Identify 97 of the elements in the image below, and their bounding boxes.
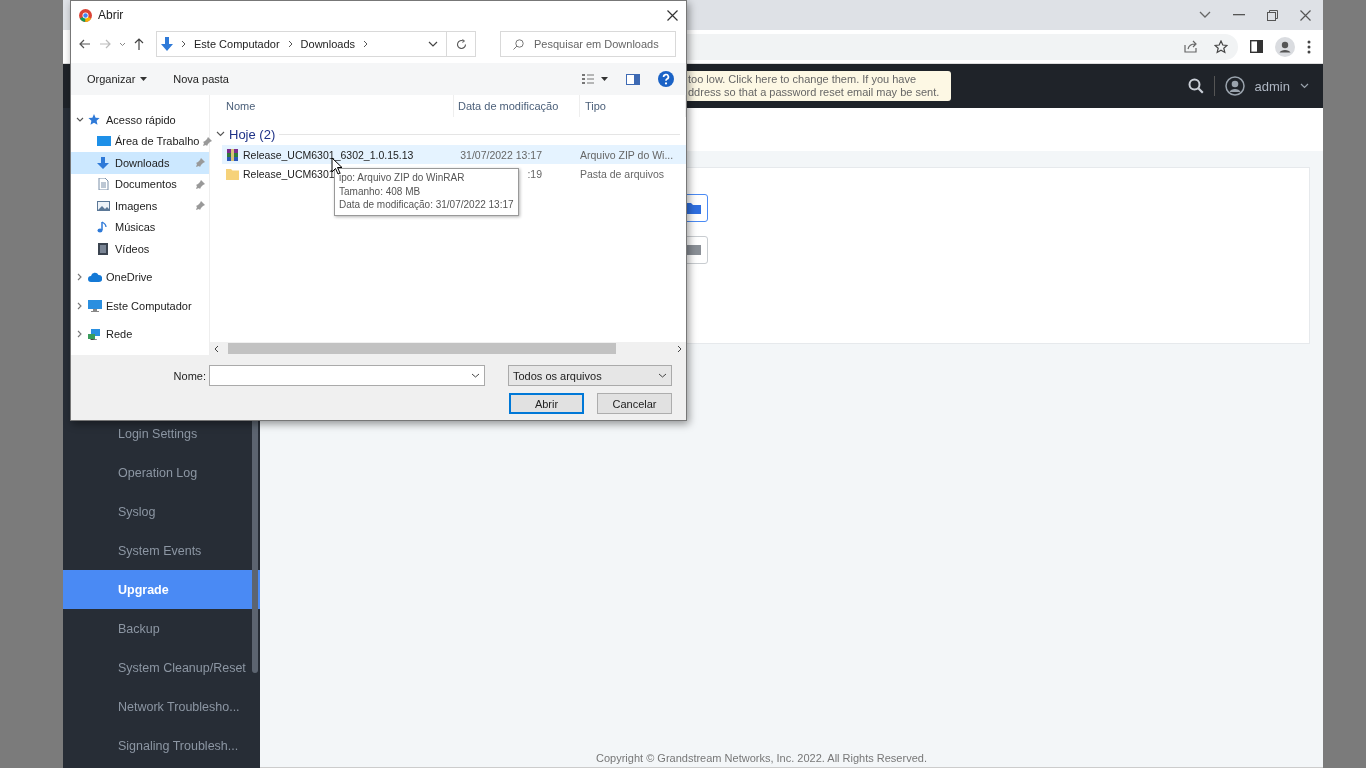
dropdown-chevron-icon — [471, 373, 480, 378]
search-icon[interactable] — [1187, 78, 1204, 94]
banner-text[interactable]: ddress so that a password reset email may be sent. — [688, 86, 951, 99]
chevron-right-icon — [181, 40, 186, 48]
cancel-button[interactable]: Cancelar — [597, 393, 672, 414]
nav-item[interactable]: Imagens — [71, 195, 209, 217]
file-name-field[interactable] — [209, 365, 485, 386]
download-icon — [97, 156, 111, 169]
chevron-down-icon[interactable] — [216, 131, 225, 137]
nav-item[interactable]: Downloads — [71, 152, 209, 174]
nav-item[interactable]: Vídeos — [71, 238, 209, 260]
tooltip-text: Tamanho: 408 MB — [339, 184, 422, 198]
warning-banner[interactable]: too low. Click here to change them. If you have ddress so that a password reset email may be sent. — [687, 71, 951, 101]
breadcrumb-item[interactable]: Downloads — [300, 38, 356, 50]
share-icon[interactable] — [1184, 40, 1198, 53]
nav-item[interactable]: Acesso rápido — [71, 109, 209, 131]
file-date: :19 — [527, 167, 542, 180]
search-icon — [513, 38, 524, 50]
monitor-icon — [88, 299, 102, 312]
dropdown-chevron-icon — [658, 373, 667, 378]
search-field[interactable]: Pesquisar em Downloads — [500, 31, 676, 57]
scrollbar-thumb[interactable] — [228, 343, 616, 354]
chevron-down-icon[interactable] — [1300, 83, 1309, 89]
chevron-right-icon — [287, 40, 293, 48]
toolbar-button[interactable]: Organizar — [87, 73, 148, 85]
nav-item[interactable]: Área de Trabalho — [71, 130, 209, 152]
chevron-right-icon[interactable] — [76, 330, 84, 339]
nav-item[interactable]: OneDrive — [71, 266, 209, 288]
copyright-text: Copyright © Grandstream Networks, Inc. 2022. All Rights Reserved. — [260, 752, 1323, 768]
breadcrumb-item[interactable]: Este Computador — [194, 38, 280, 50]
column-header[interactable]: Nome — [210, 95, 454, 117]
address-field[interactable]: Este Computador Downloads — [156, 31, 476, 57]
tab-search-icon[interactable] — [1199, 11, 1211, 19]
file-type-dropdown[interactable]: Todos os arquivos — [508, 365, 672, 386]
chevron-right-icon — [363, 40, 369, 48]
toolbar-button[interactable]: Nova pasta — [173, 73, 229, 85]
sidebar-item[interactable]: Operation Log — [63, 453, 250, 492]
minimize-icon[interactable] — [1233, 14, 1245, 16]
folder-icon — [226, 167, 239, 180]
file-type: Arquivo ZIP do Wi... — [580, 148, 674, 161]
scrollbar-thumb[interactable] — [252, 418, 258, 673]
chevron-right-icon[interactable] — [76, 273, 84, 282]
caret-icon — [140, 77, 148, 81]
group-label[interactable]: Hoje (2) — [229, 126, 276, 142]
recent-chevron-icon[interactable] — [119, 41, 126, 47]
preview-pane-icon[interactable] — [626, 73, 640, 85]
desktop-icon — [97, 135, 111, 148]
up-arrow-icon[interactable] — [134, 38, 144, 50]
sidebar-item[interactable]: Syslog — [63, 492, 250, 531]
image-icon — [97, 199, 111, 212]
view-options-icon[interactable] — [582, 74, 608, 84]
film-icon — [97, 242, 111, 255]
back-arrow-icon[interactable] — [79, 39, 91, 49]
star-icon[interactable] — [1214, 39, 1228, 54]
sidebar-item[interactable]: System Cleanup/Reset — [63, 648, 250, 687]
close-icon[interactable] — [667, 9, 678, 21]
user-name[interactable]: admin — [1254, 78, 1290, 94]
refresh-icon[interactable] — [455, 38, 467, 50]
download-icon — [161, 37, 173, 51]
chevron-down-icon[interactable] — [76, 115, 84, 124]
close-icon[interactable] — [1300, 9, 1311, 21]
open-button[interactable]: Abrir — [509, 393, 584, 414]
network-icon — [88, 328, 102, 341]
sidebar-item[interactable]: Backup — [63, 609, 250, 648]
file-type: Pasta de arquivos — [580, 167, 665, 180]
dropdown-chevron-icon[interactable] — [428, 41, 438, 47]
document-icon — [97, 178, 111, 191]
star-icon — [88, 113, 102, 126]
chevron-right-icon[interactable] — [76, 301, 84, 310]
restore-icon[interactable] — [1267, 9, 1278, 21]
browser-logo-icon — [79, 8, 92, 22]
nav-item[interactable]: Este Computador — [71, 295, 209, 317]
archive-icon — [226, 148, 239, 161]
field-label: Nome: — [173, 369, 206, 382]
sidebar-item[interactable]: Network Troublesho... — [63, 687, 250, 726]
sidebar-item[interactable]: Signaling Troublesh... — [63, 726, 250, 765]
tooltip-text: Data de modificação: 31/07/2022 13:17 — [339, 198, 514, 212]
side-panel-icon[interactable] — [1250, 40, 1263, 53]
dialog-title: Abrir — [98, 8, 125, 22]
sidebar-item[interactable]: System Events — [63, 531, 250, 570]
nav-item[interactable]: Rede — [71, 323, 209, 345]
banner-text[interactable]: too low. Click here to change them. If you have — [688, 73, 951, 86]
nav-item[interactable]: Músicas — [71, 216, 209, 238]
file-name[interactable]: Release_UCM6301_6302_1.0.15.13 — [243, 148, 414, 161]
nav-item[interactable]: Documentos — [71, 173, 209, 195]
profile-icon[interactable] — [1275, 36, 1295, 57]
help-icon[interactable] — [658, 71, 674, 87]
avatar-icon[interactable] — [1224, 76, 1245, 96]
column-header[interactable]: Tipo — [580, 95, 686, 117]
menu-icon[interactable] — [1307, 39, 1311, 54]
tooltip-text: ipo: Arquivo ZIP do WinRAR — [339, 171, 466, 185]
file-name[interactable]: Release_UCM6301 — [243, 167, 335, 180]
cloud-icon — [88, 271, 102, 284]
search-input[interactable]: Pesquisar em Downloads — [534, 38, 675, 50]
column-header[interactable]: Data de modificação — [454, 95, 580, 117]
file-date: 31/07/2022 13:17 — [460, 148, 542, 161]
horizontal-scrollbar[interactable] — [210, 342, 686, 355]
